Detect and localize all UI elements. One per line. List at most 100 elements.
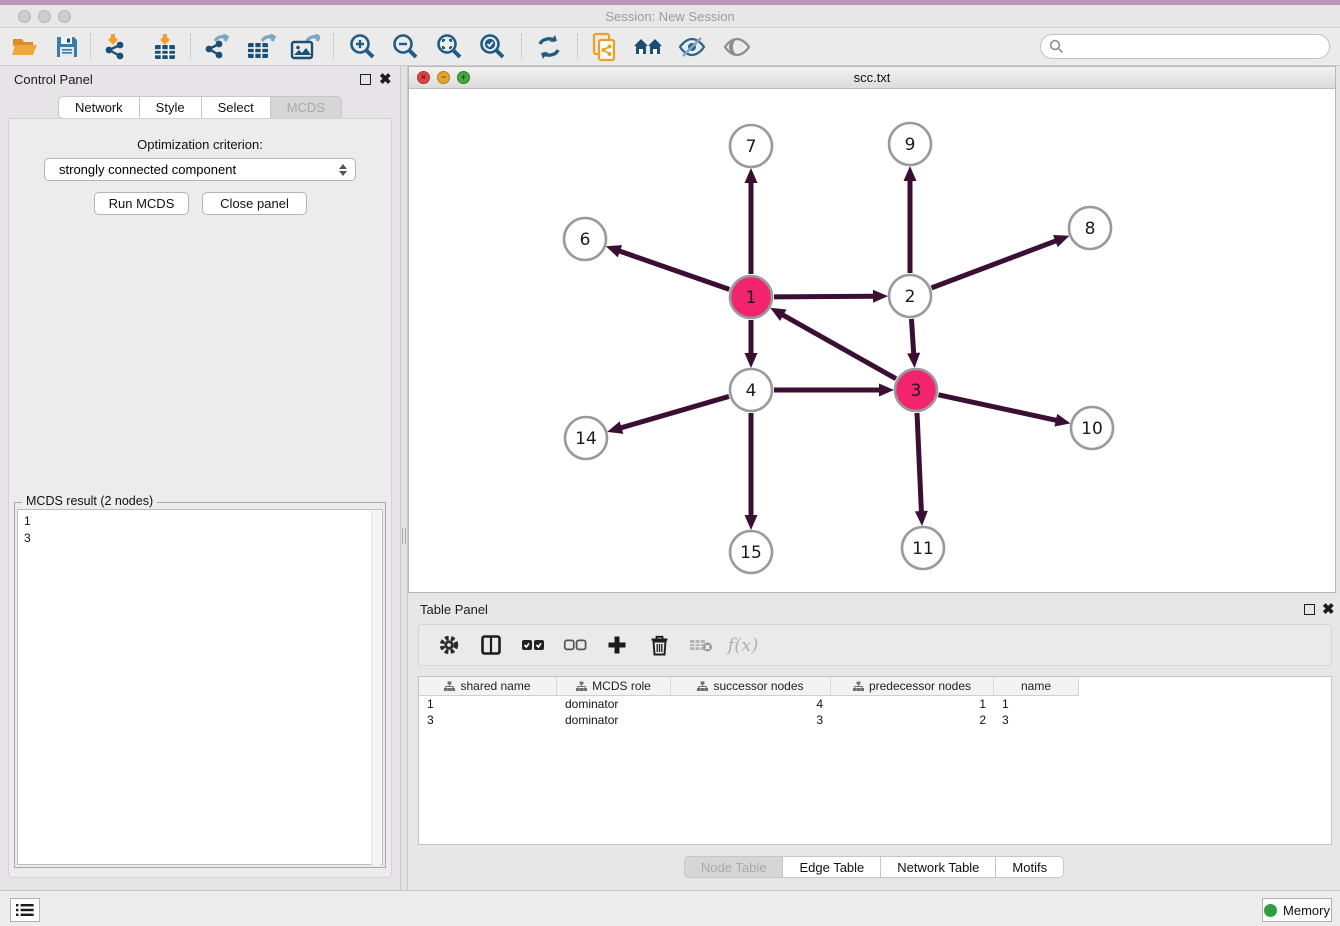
edge-3-11[interactable] bbox=[917, 413, 921, 512]
node-4[interactable]: 4 bbox=[730, 369, 772, 411]
edge-4-14[interactable] bbox=[621, 396, 729, 428]
close-panel-button[interactable]: Close panel bbox=[202, 192, 307, 215]
cell-predecessor-nodes[interactable]: 2 bbox=[831, 712, 994, 728]
float-panel-icon[interactable] bbox=[360, 74, 371, 85]
home-views-icon[interactable] bbox=[632, 32, 666, 62]
show-graphics-eye-icon[interactable] bbox=[720, 32, 754, 62]
cell-successor-nodes[interactable]: 3 bbox=[671, 712, 831, 728]
node-table[interactable]: shared nameMCDS rolesuccessor nodesprede… bbox=[418, 676, 1332, 845]
edge-3-10[interactable] bbox=[938, 395, 1056, 421]
node-8[interactable]: 8 bbox=[1069, 207, 1111, 249]
unselect-all-columns-icon[interactable] bbox=[561, 631, 589, 659]
tab-node-table[interactable]: Node Table bbox=[684, 856, 784, 878]
cell-predecessor-nodes[interactable]: 1 bbox=[831, 696, 994, 712]
app-titlebar: Session: New Session bbox=[0, 5, 1340, 28]
zoom-out-icon[interactable] bbox=[388, 32, 422, 62]
cell-name[interactable]: 3 bbox=[994, 712, 1079, 728]
tab-network-table[interactable]: Network Table bbox=[881, 856, 996, 878]
add-column-plus-icon[interactable] bbox=[603, 631, 631, 659]
window-title: Session: New Session bbox=[0, 9, 1340, 24]
refresh-icon[interactable] bbox=[532, 32, 566, 62]
import-network-icon[interactable] bbox=[100, 32, 134, 62]
tab-style[interactable]: Style bbox=[140, 96, 202, 119]
hierarchy-icon bbox=[576, 681, 587, 692]
network-canvas[interactable]: 7 9 6 8 1 2 4 3 14 10 15 11 bbox=[409, 89, 1335, 592]
memory-button[interactable]: Memory bbox=[1262, 898, 1332, 922]
mcds-result-list[interactable]: 13 bbox=[17, 509, 383, 865]
column-header-shared-name[interactable]: shared name bbox=[419, 677, 557, 696]
delete-table-icon[interactable] bbox=[687, 631, 715, 659]
cell-successor-nodes[interactable]: 4 bbox=[671, 696, 831, 712]
cell-mcds-role[interactable]: dominator bbox=[557, 696, 671, 712]
zoom-fit-icon[interactable] bbox=[432, 32, 466, 62]
cell-mcds-role[interactable]: dominator bbox=[557, 712, 671, 728]
cell-name[interactable]: 1 bbox=[994, 696, 1079, 712]
node-6[interactable]: 6 bbox=[564, 218, 606, 260]
result-scrollbar[interactable] bbox=[371, 511, 381, 865]
tab-network[interactable]: Network bbox=[58, 96, 140, 119]
edge-1-6[interactable] bbox=[619, 251, 729, 290]
tab-edge-table[interactable]: Edge Table bbox=[783, 856, 881, 878]
cell-shared-name[interactable]: 1 bbox=[419, 696, 557, 712]
list-icon bbox=[16, 903, 34, 917]
svg-text:4: 4 bbox=[746, 381, 757, 401]
function-builder-icon[interactable]: f(x) bbox=[729, 631, 757, 659]
chevron-up-down-icon bbox=[339, 164, 347, 176]
task-history-button[interactable] bbox=[10, 898, 40, 922]
node-11[interactable]: 11 bbox=[902, 527, 944, 569]
edge-1-2[interactable] bbox=[774, 296, 874, 297]
node-10[interactable]: 10 bbox=[1071, 407, 1113, 449]
run-mcds-button[interactable]: Run MCDS bbox=[94, 192, 189, 215]
node-7[interactable]: 7 bbox=[730, 125, 772, 167]
close-panel-icon[interactable]: ✖ bbox=[1322, 604, 1335, 615]
copy-network-share-icon[interactable] bbox=[588, 32, 622, 62]
show-columns-icon[interactable] bbox=[477, 631, 505, 659]
table-row[interactable]: 1dominator411 bbox=[419, 696, 1331, 712]
splitter-grip bbox=[402, 528, 406, 544]
tab-mcds[interactable]: MCDS bbox=[271, 96, 342, 119]
node-3[interactable]: 3 bbox=[895, 369, 937, 411]
tab-select[interactable]: Select bbox=[202, 96, 271, 119]
toolbar-separator bbox=[90, 34, 91, 60]
export-network-icon[interactable] bbox=[200, 32, 234, 62]
table-row[interactable]: 3dominator323 bbox=[419, 712, 1331, 728]
cell-shared-name[interactable]: 3 bbox=[419, 712, 557, 728]
column-header-successor-nodes[interactable]: successor nodes bbox=[671, 677, 831, 696]
export-image-icon[interactable] bbox=[288, 32, 322, 62]
float-panel-icon[interactable] bbox=[1304, 604, 1315, 615]
table-panel-header: Table Panel ✖ bbox=[418, 599, 1332, 621]
delete-columns-trash-icon[interactable] bbox=[645, 631, 673, 659]
column-header-predecessor-nodes[interactable]: predecessor nodes bbox=[831, 677, 994, 696]
select-all-columns-icon[interactable] bbox=[519, 631, 547, 659]
node-14[interactable]: 14 bbox=[565, 417, 607, 459]
hierarchy-icon bbox=[853, 681, 864, 692]
zoom-in-icon[interactable] bbox=[345, 32, 379, 62]
search-field[interactable] bbox=[1040, 34, 1330, 59]
column-header-mcds-role[interactable]: MCDS role bbox=[557, 677, 671, 696]
search-icon bbox=[1049, 39, 1064, 54]
zoom-selected-icon[interactable] bbox=[475, 32, 509, 62]
import-table-icon[interactable] bbox=[148, 32, 182, 62]
export-table-icon[interactable] bbox=[244, 32, 278, 62]
svg-text:11: 11 bbox=[912, 539, 934, 559]
column-header-name[interactable]: name bbox=[994, 677, 1079, 696]
table-settings-gear-icon[interactable] bbox=[435, 631, 463, 659]
node-2[interactable]: 2 bbox=[889, 275, 931, 317]
criterion-dropdown[interactable]: strongly connected component bbox=[44, 158, 356, 181]
open-session-icon[interactable] bbox=[8, 32, 42, 62]
control-panel-title: Control Panel bbox=[14, 72, 93, 87]
search-input[interactable] bbox=[1069, 39, 1329, 54]
table-toolbar: f(x) bbox=[418, 624, 1332, 666]
vertical-splitter[interactable] bbox=[400, 66, 408, 890]
node-1[interactable]: 1 bbox=[730, 276, 772, 318]
tab-motifs[interactable]: Motifs bbox=[996, 856, 1064, 878]
edge-2-3[interactable] bbox=[911, 319, 913, 354]
hide-graphics-eye-slash-icon[interactable] bbox=[675, 32, 709, 62]
edge-2-8[interactable] bbox=[932, 241, 1057, 288]
node-15[interactable]: 15 bbox=[730, 531, 772, 573]
edge-3-1[interactable] bbox=[782, 315, 896, 379]
table-panel-tabs: Node TableEdge TableNetwork TableMotifs bbox=[408, 856, 1340, 878]
node-9[interactable]: 9 bbox=[889, 123, 931, 165]
save-session-icon[interactable] bbox=[50, 32, 84, 62]
close-panel-icon[interactable]: ✖ bbox=[379, 74, 392, 85]
